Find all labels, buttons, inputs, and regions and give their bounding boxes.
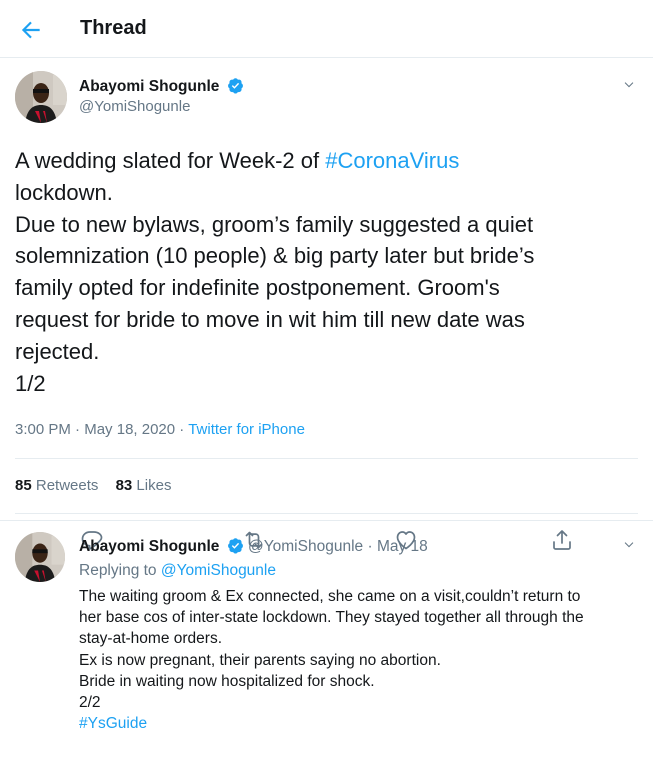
- replying-handle-link[interactable]: @YomiShogunle: [161, 562, 276, 579]
- avatar[interactable]: [15, 71, 67, 123]
- tweet-date[interactable]: May 18, 2020: [84, 421, 175, 438]
- tweet-text-line: 1/2: [15, 370, 46, 396]
- tweet-text-line: Bride in waiting now hospitalized for sh…: [79, 672, 375, 690]
- tweet-text-line: Due to new bylaws, groom’s family sugges…: [15, 211, 534, 237]
- tweet-time[interactable]: 3:00 PM: [15, 421, 71, 438]
- tweet-text-line: rejected.: [15, 338, 100, 364]
- retweets-label: Retweets: [35, 477, 99, 494]
- hashtag-link[interactable]: #CoronaVirus: [325, 148, 459, 173]
- replying-to: Replying to @YomiShogunle: [79, 562, 276, 580]
- tweet-text-line: her base cos of inter-state lockdown. Th…: [79, 609, 584, 627]
- back-arrow-icon[interactable]: [18, 17, 44, 43]
- likes-count: 83: [115, 477, 133, 494]
- likes-stat[interactable]: 83 Likes: [116, 477, 172, 494]
- tweet-text-line: family opted for indefinite postponement…: [15, 275, 500, 301]
- replying-label: Replying to: [79, 562, 157, 579]
- tweet-text-line: Ex is now pregnant, their parents saying…: [79, 651, 441, 669]
- divider: [15, 513, 638, 514]
- reply-tweet[interactable]: Abayomi Shogunle @YomiShogunle · May 18 …: [0, 520, 653, 779]
- header-title: Thread: [80, 17, 147, 39]
- likes-label: Likes: [136, 477, 172, 494]
- meta-separator: ·: [367, 538, 373, 555]
- tweet-source-link[interactable]: Twitter for iPhone: [188, 421, 305, 438]
- avatar[interactable]: [15, 532, 65, 582]
- tweet-text-line: solemnization (10 people) & big party la…: [15, 243, 535, 269]
- tweet-text-line: lockdown.: [15, 179, 113, 205]
- tweet-stats: 85 Retweets 83 Likes: [15, 477, 171, 494]
- author-name-text: Abayomi Shogunle: [79, 78, 220, 95]
- thread-header: Thread: [0, 0, 653, 58]
- author-name[interactable]: Abayomi Shogunle: [79, 538, 219, 555]
- verified-badge-icon: [227, 78, 243, 94]
- verified-badge-icon: [227, 538, 243, 554]
- meta-separator: ·: [179, 421, 185, 438]
- chevron-down-icon[interactable]: [621, 77, 637, 93]
- reply-header: Abayomi Shogunle @YomiShogunle · May 18: [79, 537, 428, 556]
- meta-separator: ·: [75, 421, 81, 438]
- tweet-text-segment: A wedding slated for Week-2 of: [15, 148, 326, 173]
- divider: [15, 458, 638, 459]
- author-handle[interactable]: @YomiShogunle: [79, 98, 190, 115]
- author-name[interactable]: Abayomi Shogunle: [79, 77, 244, 96]
- retweets-stat[interactable]: 85 Retweets: [15, 477, 98, 494]
- tweet-timestamp: 3:00 PM · May 18, 2020 · Twitter for iPh…: [15, 421, 305, 438]
- tweet-text-line: request for bride to move in wit him til…: [15, 306, 525, 332]
- tweet-text-line: The waiting groom & Ex connected, she ca…: [79, 588, 581, 605]
- hashtag-link[interactable]: #YsGuide: [79, 713, 639, 734]
- author-handle[interactable]: @YomiShogunle: [248, 538, 363, 555]
- tweet-date[interactable]: May 18: [377, 538, 428, 555]
- chevron-down-icon[interactable]: [621, 537, 637, 553]
- tweet-text: A wedding slated for Week-2 of #CoronaVi…: [15, 145, 640, 399]
- tweet-text: The waiting groom & Ex connected, she ca…: [79, 586, 639, 734]
- tweet-text-line: stay-at-home orders.: [79, 630, 222, 648]
- retweets-count: 85: [15, 477, 32, 494]
- tweet-text-line: 2/2: [79, 694, 101, 712]
- tweet-text-line: A wedding slated for Week-2 of #CoronaVi…: [15, 145, 640, 177]
